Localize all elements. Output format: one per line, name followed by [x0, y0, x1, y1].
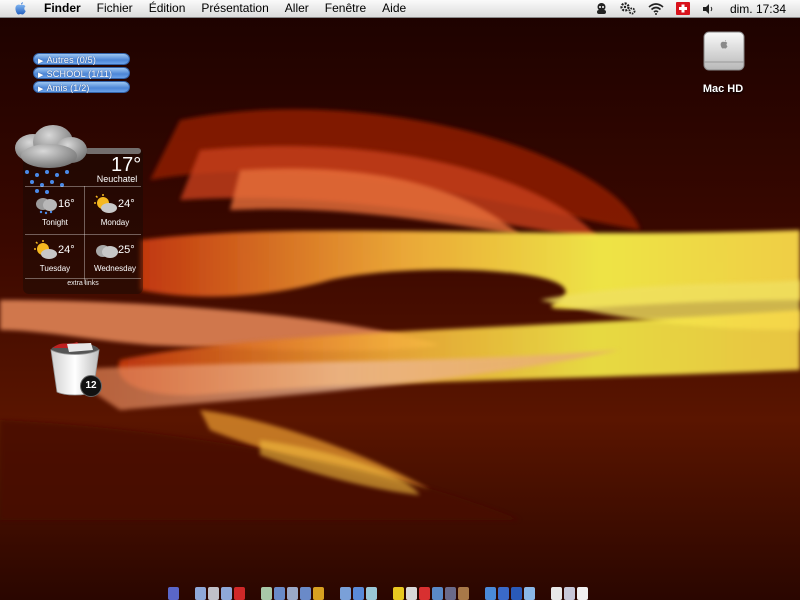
divider — [25, 186, 141, 187]
app-icon[interactable] — [274, 587, 285, 600]
forecast-temp: 16° — [58, 198, 75, 210]
forecast-day: Tonight — [42, 218, 68, 227]
apple-icon[interactable] — [14, 1, 28, 16]
app-icon[interactable] — [234, 587, 245, 600]
wifi-icon[interactable] — [648, 2, 664, 15]
app-icon[interactable] — [445, 587, 456, 600]
menu-edition[interactable]: Édition — [141, 0, 194, 17]
app-icon[interactable] — [208, 587, 219, 600]
trash-icon[interactable] — [577, 587, 588, 600]
app-icon[interactable] — [313, 587, 324, 600]
disclosure-triangle-icon: ▶ — [38, 58, 44, 65]
app-icon[interactable] — [564, 587, 575, 600]
drawer-label: Amis (1/2) — [46, 83, 90, 93]
app-icon[interactable] — [485, 587, 496, 600]
forecast-day: Wednesday — [93, 264, 137, 273]
menu-extras: dim. 17:34 — [589, 0, 800, 17]
app-icon[interactable] — [511, 587, 522, 600]
sun-cloud-icon — [94, 194, 117, 213]
app-icon[interactable] — [353, 587, 364, 600]
forecast-tuesday: 24° Tuesday — [25, 238, 85, 282]
menu-fichier[interactable]: Fichier — [89, 0, 141, 17]
menu-fenetre[interactable]: Fenêtre — [317, 0, 374, 17]
gear-icon[interactable] — [620, 2, 636, 15]
app-icon[interactable] — [406, 587, 417, 600]
sun-cloud-icon — [34, 240, 57, 259]
speaker-icon[interactable] — [702, 3, 714, 15]
menu-clock[interactable]: dim. 17:34 — [730, 2, 786, 16]
forecast-tonight: 16° Tonight — [25, 192, 85, 236]
extra-links-link[interactable]: extra links — [23, 280, 143, 287]
drawer-button-school[interactable]: ▶ SCHOOL (1/11) — [33, 67, 130, 79]
app-icon[interactable] — [221, 587, 232, 600]
drawer-label: SCHOOL (1/11) — [46, 69, 113, 79]
drawer-button-autres[interactable]: ▶ Autres (0/5) — [33, 53, 130, 65]
disclosure-triangle-icon: ▶ — [38, 86, 44, 93]
app-icon[interactable] — [340, 587, 351, 600]
app-icon[interactable] — [168, 587, 179, 600]
dock — [168, 582, 634, 600]
app-icon[interactable] — [432, 587, 443, 600]
app-icon[interactable] — [195, 587, 206, 600]
swiss-flag-icon[interactable] — [675, 2, 690, 15]
menu-finder[interactable]: Finder — [38, 0, 89, 17]
disclosure-triangle-icon: ▶ — [38, 72, 44, 79]
city-name: Neuchatel — [96, 174, 138, 184]
forecast-temp: 24° — [58, 244, 75, 256]
drawer-label: Autres (0/5) — [46, 55, 97, 65]
forecast-temp: 25° — [118, 244, 135, 256]
app-icon[interactable] — [300, 587, 311, 600]
forecast-day: Monday — [100, 218, 130, 227]
user-agent-icon[interactable] — [595, 2, 608, 15]
forecast-day: Tuesday — [39, 264, 71, 273]
app-icon[interactable] — [458, 587, 469, 600]
app-icon[interactable] — [551, 587, 562, 600]
app-icon[interactable] — [419, 587, 430, 600]
weather-widget[interactable]: 17° Neuchatel 16° Tonight 24° Monday 24°… — [15, 125, 145, 294]
forecast-monday: 24° Monday — [85, 192, 145, 236]
hard-drive-label[interactable]: Mac HD — [690, 83, 756, 95]
menu-aide[interactable]: Aide — [374, 0, 414, 17]
menu-presentation[interactable]: Présentation — [193, 0, 276, 17]
app-icon[interactable] — [287, 587, 298, 600]
menu-aller[interactable]: Aller — [277, 0, 317, 17]
forecast-temp: 24° — [118, 198, 135, 210]
drawer-button-amis[interactable]: ▶ Amis (1/2) — [33, 81, 130, 93]
rain-cloud-icon — [15, 125, 87, 194]
app-icon[interactable] — [261, 587, 272, 600]
app-icon[interactable] — [393, 587, 404, 600]
app-icon[interactable] — [366, 587, 377, 600]
trash-count-badge: 12 — [80, 375, 102, 397]
night-cloud-icon — [36, 198, 57, 215]
cloud-icon — [96, 245, 118, 258]
menu-bar: Finder Fichier Édition Présentation Alle… — [0, 0, 800, 18]
hard-drive-icon[interactable] — [702, 30, 746, 72]
forecast-wednesday: 25° Wednesday — [85, 238, 145, 282]
app-icon[interactable] — [524, 587, 535, 600]
app-icon[interactable] — [498, 587, 509, 600]
